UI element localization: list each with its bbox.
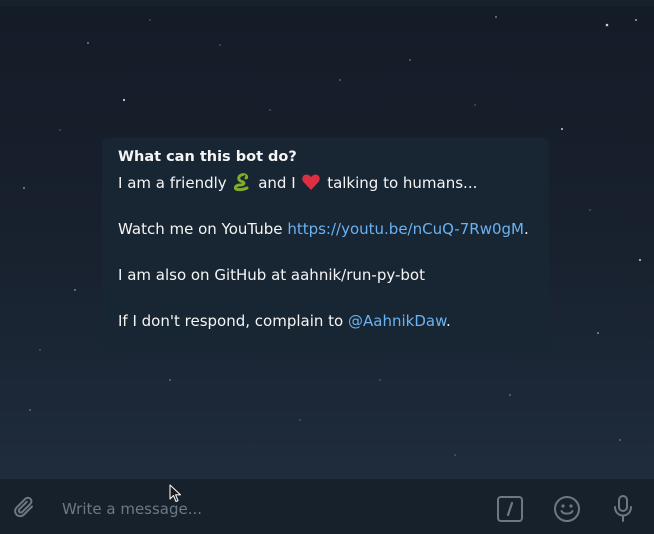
heart-emoji — [302, 174, 321, 190]
microphone-icon — [614, 495, 632, 522]
attach-button[interactable] — [10, 493, 40, 523]
emoji-button[interactable] — [552, 494, 582, 524]
bot-intro-line-contact: If I don't respond, complain to @AahnikD… — [118, 312, 451, 330]
snake-emoji — [234, 173, 249, 192]
slash-command-icon — [497, 496, 523, 522]
mention-link[interactable]: @AahnikDaw — [348, 312, 446, 330]
bot-commands-button[interactable] — [495, 494, 525, 524]
bot-intro-title: What can this bot do? — [118, 149, 297, 165]
bot-intro-card: What can this bot do? I am a friendly an… — [102, 138, 549, 351]
voice-message-button[interactable] — [608, 493, 638, 525]
message-composer — [0, 479, 654, 534]
mouse-cursor-icon — [169, 484, 182, 503]
paperclip-icon — [14, 496, 33, 518]
smiley-icon — [554, 496, 580, 522]
bot-intro-line-friendly: I am a friendly and I talking to humans.… — [118, 173, 478, 192]
youtube-link[interactable]: https://youtu.be/nCuQ-7Rw0gM — [287, 220, 524, 238]
message-input[interactable] — [62, 498, 462, 520]
bot-intro-line-github: I am also on GitHub at aahnik/run-py-bot — [118, 266, 425, 284]
chat-screen: What can this bot do? I am a friendly an… — [0, 0, 654, 534]
bot-intro-line-youtube: Watch me on YouTube https://youtu.be/nCu… — [118, 220, 529, 238]
